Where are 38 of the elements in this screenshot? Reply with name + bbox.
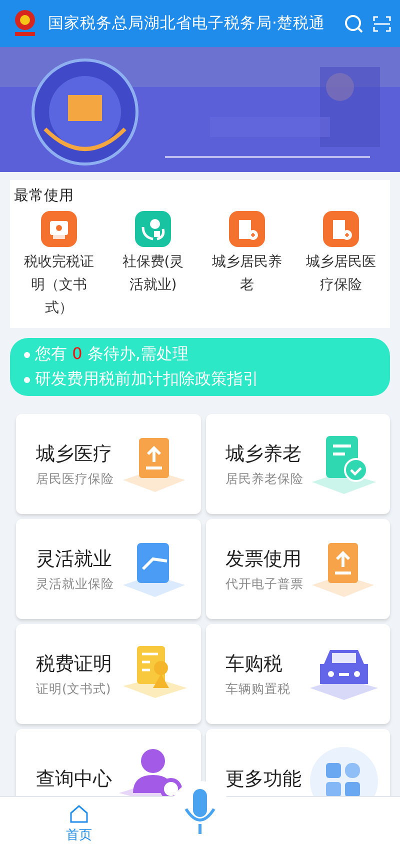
search-icon[interactable] — [344, 14, 364, 34]
service-card[interactable]: 更多功能 — [206, 729, 390, 796]
card-subtitle: 居民养老保险 — [226, 470, 304, 488]
building-icon — [229, 211, 265, 247]
social-icon — [135, 211, 171, 247]
card-subtitle: 灵活就业保险 — [36, 576, 114, 592]
card-subtitle: 车辆购置税 — [226, 680, 290, 698]
service-card[interactable]: 灵活就业 灵活就业保险 — [16, 519, 200, 619]
certificate-icon — [41, 211, 77, 247]
service-card[interactable]: 发票使用 代开电子普票 — [206, 519, 390, 619]
microphone-icon — [182, 787, 218, 835]
building-icon — [323, 211, 359, 247]
card-title: 城乡养老 — [226, 442, 302, 466]
card-title: 灵活就业 — [36, 546, 113, 572]
scan-icon[interactable] — [372, 14, 392, 34]
card-title: 查询中心 — [36, 767, 112, 792]
app-title: 国家税务总局湖北省电子税务局·楚税通 — [48, 13, 326, 34]
home-icon — [68, 804, 90, 824]
card-subtitle: 居民医疗保险 — [36, 470, 114, 488]
shortcut-item[interactable]: 税收完税证明（文书式） — [12, 211, 106, 320]
card-title: 发票使用 — [226, 546, 302, 572]
shortcut-item[interactable]: 城乡居民医疗保险 — [294, 211, 388, 320]
card-subtitle: 代开电子普票 — [226, 576, 304, 592]
service-card[interactable]: 查询中心 — [16, 729, 200, 796]
card-title: 城乡医疗 — [36, 442, 113, 466]
card-subtitle: 证明(文书式) — [36, 680, 112, 698]
service-card[interactable]: 城乡养老 居民养老保险 — [206, 414, 390, 514]
card-title: 更多功能 — [226, 767, 302, 792]
bullet-icon — [24, 376, 30, 382]
shortcut-item[interactable]: 社保费(灵活就业) — [106, 211, 200, 320]
card-title: 税费证明 — [36, 652, 112, 676]
bullet-icon — [24, 352, 30, 358]
shortcut-item[interactable]: 城乡居民养老 — [200, 211, 294, 320]
service-card[interactable]: 税费证明 证明(文书式) — [16, 624, 200, 724]
service-card[interactable]: 车购税 车辆购置税 — [206, 624, 390, 724]
card-title: 车购税 — [226, 652, 284, 676]
section-title: 最常使用 — [13, 187, 75, 205]
service-card[interactable]: 城乡医疗 居民医疗保险 — [16, 414, 200, 514]
